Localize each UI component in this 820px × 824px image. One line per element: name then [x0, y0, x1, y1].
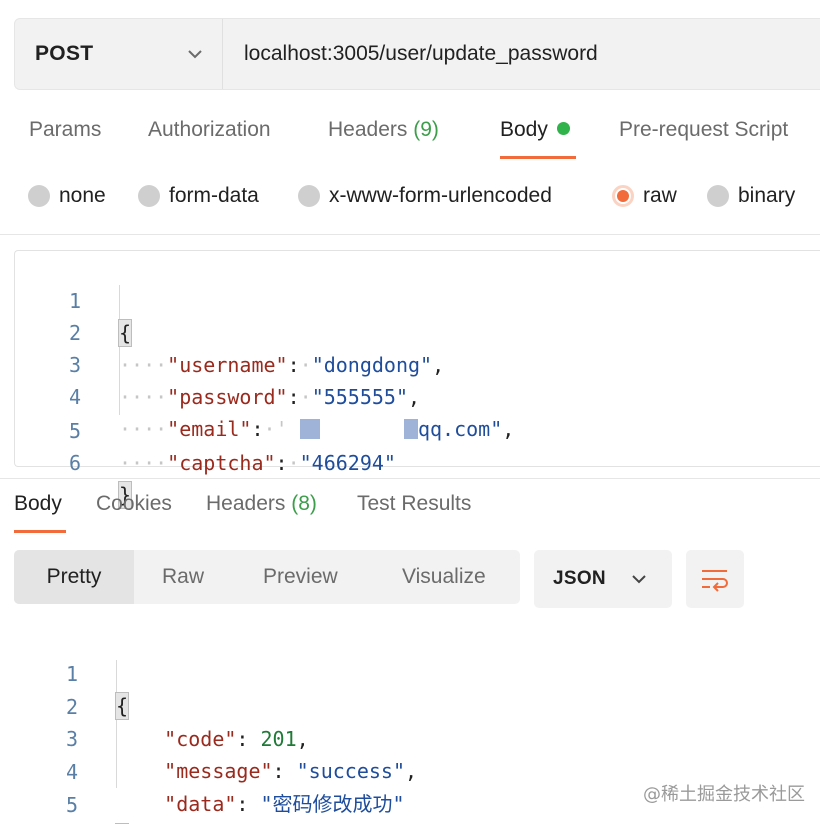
- code-line: 4 ····"email":·' qq.com",: [15, 349, 820, 441]
- code-line: 2 ····"username":·"dongdong",: [15, 285, 820, 377]
- view-mode-label: Visualize: [402, 565, 486, 588]
- response-body-viewer[interactable]: 1 { 2 "code": 201, 3 "message": "success…: [0, 626, 820, 824]
- json-key: "captcha": [167, 451, 276, 475]
- url-input[interactable]: localhost:3005/user/update_password: [244, 19, 598, 89]
- status-dot-icon: [556, 122, 570, 135]
- tab-test-results[interactable]: Test Results: [357, 492, 471, 516]
- radio-form-data[interactable]: form-data: [138, 184, 259, 208]
- radio-icon: [707, 185, 729, 207]
- code-line: 2 "code": 201,: [0, 659, 820, 751]
- headers-count: (9): [413, 118, 439, 141]
- tab-label: Headers: [328, 118, 408, 141]
- radio-binary[interactable]: binary: [707, 184, 795, 208]
- radio-label: none: [59, 184, 106, 207]
- code-line: 6 }: [15, 415, 820, 509]
- view-mode-label: Preview: [263, 565, 338, 588]
- tab-authorization[interactable]: Authorization: [148, 118, 271, 142]
- tab-label: Cookies: [96, 492, 172, 515]
- tab-params[interactable]: Params: [29, 118, 101, 142]
- view-mode-segmented: Pretty Raw Preview Visualize: [14, 550, 520, 604]
- tab-response-headers[interactable]: Headers (8): [206, 492, 317, 516]
- wrap-lines-button[interactable]: [686, 550, 744, 608]
- radio-icon: [138, 185, 160, 207]
- tab-label: Test Results: [357, 492, 472, 515]
- tab-pre-request-script[interactable]: Pre-request Script: [619, 118, 788, 142]
- format-select[interactable]: JSON: [534, 550, 672, 608]
- tab-headers[interactable]: Headers (9): [328, 118, 439, 142]
- radio-raw[interactable]: raw: [612, 184, 677, 208]
- view-mode-label: Pretty: [46, 565, 102, 588]
- view-mode-pretty[interactable]: Pretty: [14, 550, 134, 604]
- line-number: 5: [65, 793, 78, 817]
- method-select[interactable]: POST: [15, 19, 223, 89]
- tab-cookies[interactable]: Cookies: [96, 492, 172, 516]
- view-mode-visualize[interactable]: Visualize: [402, 550, 486, 604]
- tab-label: Body: [500, 118, 548, 141]
- view-mode-label: Raw: [162, 565, 205, 588]
- chevron-down-icon: [188, 50, 202, 59]
- tab-label: Body: [14, 492, 62, 515]
- json-value: "密码修改成功": [260, 792, 405, 816]
- radio-icon: [298, 185, 320, 207]
- active-tab-underline: [500, 156, 576, 159]
- request-body-editor[interactable]: 1 { 2 ····"username":·"dongdong", 3 ····…: [14, 250, 820, 509]
- tab-label: Params: [29, 118, 102, 141]
- divider: [0, 478, 820, 479]
- body-mode-radios: none form-data x-www-form-urlencoded raw…: [0, 178, 820, 218]
- tab-label: Pre-request Script: [619, 118, 789, 141]
- tab-response-body[interactable]: Body: [14, 492, 62, 516]
- chevron-down-icon: [632, 575, 646, 584]
- code-line: 4 "data": "密码修改成功": [0, 724, 820, 816]
- view-mode-preview[interactable]: Preview: [263, 550, 338, 604]
- request-bar: POST localhost:3005/user/update_password: [14, 18, 820, 90]
- radio-label: x-www-form-urlencoded: [329, 184, 552, 207]
- json-key: "data": [164, 792, 237, 816]
- code-line: 3 ····"password":·"555555",: [15, 317, 820, 409]
- radio-x-www-form-urlencoded[interactable]: x-www-form-urlencoded: [298, 184, 552, 208]
- radio-selected-icon: [612, 185, 634, 207]
- request-tabs: Params Authorization Headers (9) Body Pr…: [0, 108, 820, 164]
- code-line: 1 {: [0, 626, 820, 720]
- tab-body[interactable]: Body: [500, 118, 570, 142]
- code-line: 1 {: [15, 253, 820, 347]
- active-tab-underline: [14, 530, 66, 533]
- response-tabs: Body Cookies Headers (8) Test Results: [0, 488, 820, 538]
- json-value: "466294": [299, 451, 396, 475]
- divider: [0, 234, 820, 235]
- method-label: POST: [35, 42, 94, 65]
- code-line: 3 "message": "success",: [0, 691, 820, 783]
- code-line: 5 ····"captcha":·"466294": [15, 383, 820, 475]
- headers-count: (8): [291, 492, 317, 515]
- radio-icon: [28, 185, 50, 207]
- wrap-lines-icon: [702, 570, 728, 592]
- tab-label: Authorization: [148, 118, 271, 141]
- watermark: @稀土掘金技术社区: [643, 784, 805, 805]
- radio-label: binary: [738, 184, 796, 207]
- tab-label: Headers: [206, 492, 286, 515]
- radio-none[interactable]: none: [28, 184, 106, 208]
- line-number: 6: [68, 451, 81, 475]
- radio-label: form-data: [169, 184, 259, 207]
- format-label: JSON: [553, 568, 606, 589]
- view-mode-raw[interactable]: Raw: [162, 550, 204, 604]
- radio-label: raw: [643, 184, 677, 207]
